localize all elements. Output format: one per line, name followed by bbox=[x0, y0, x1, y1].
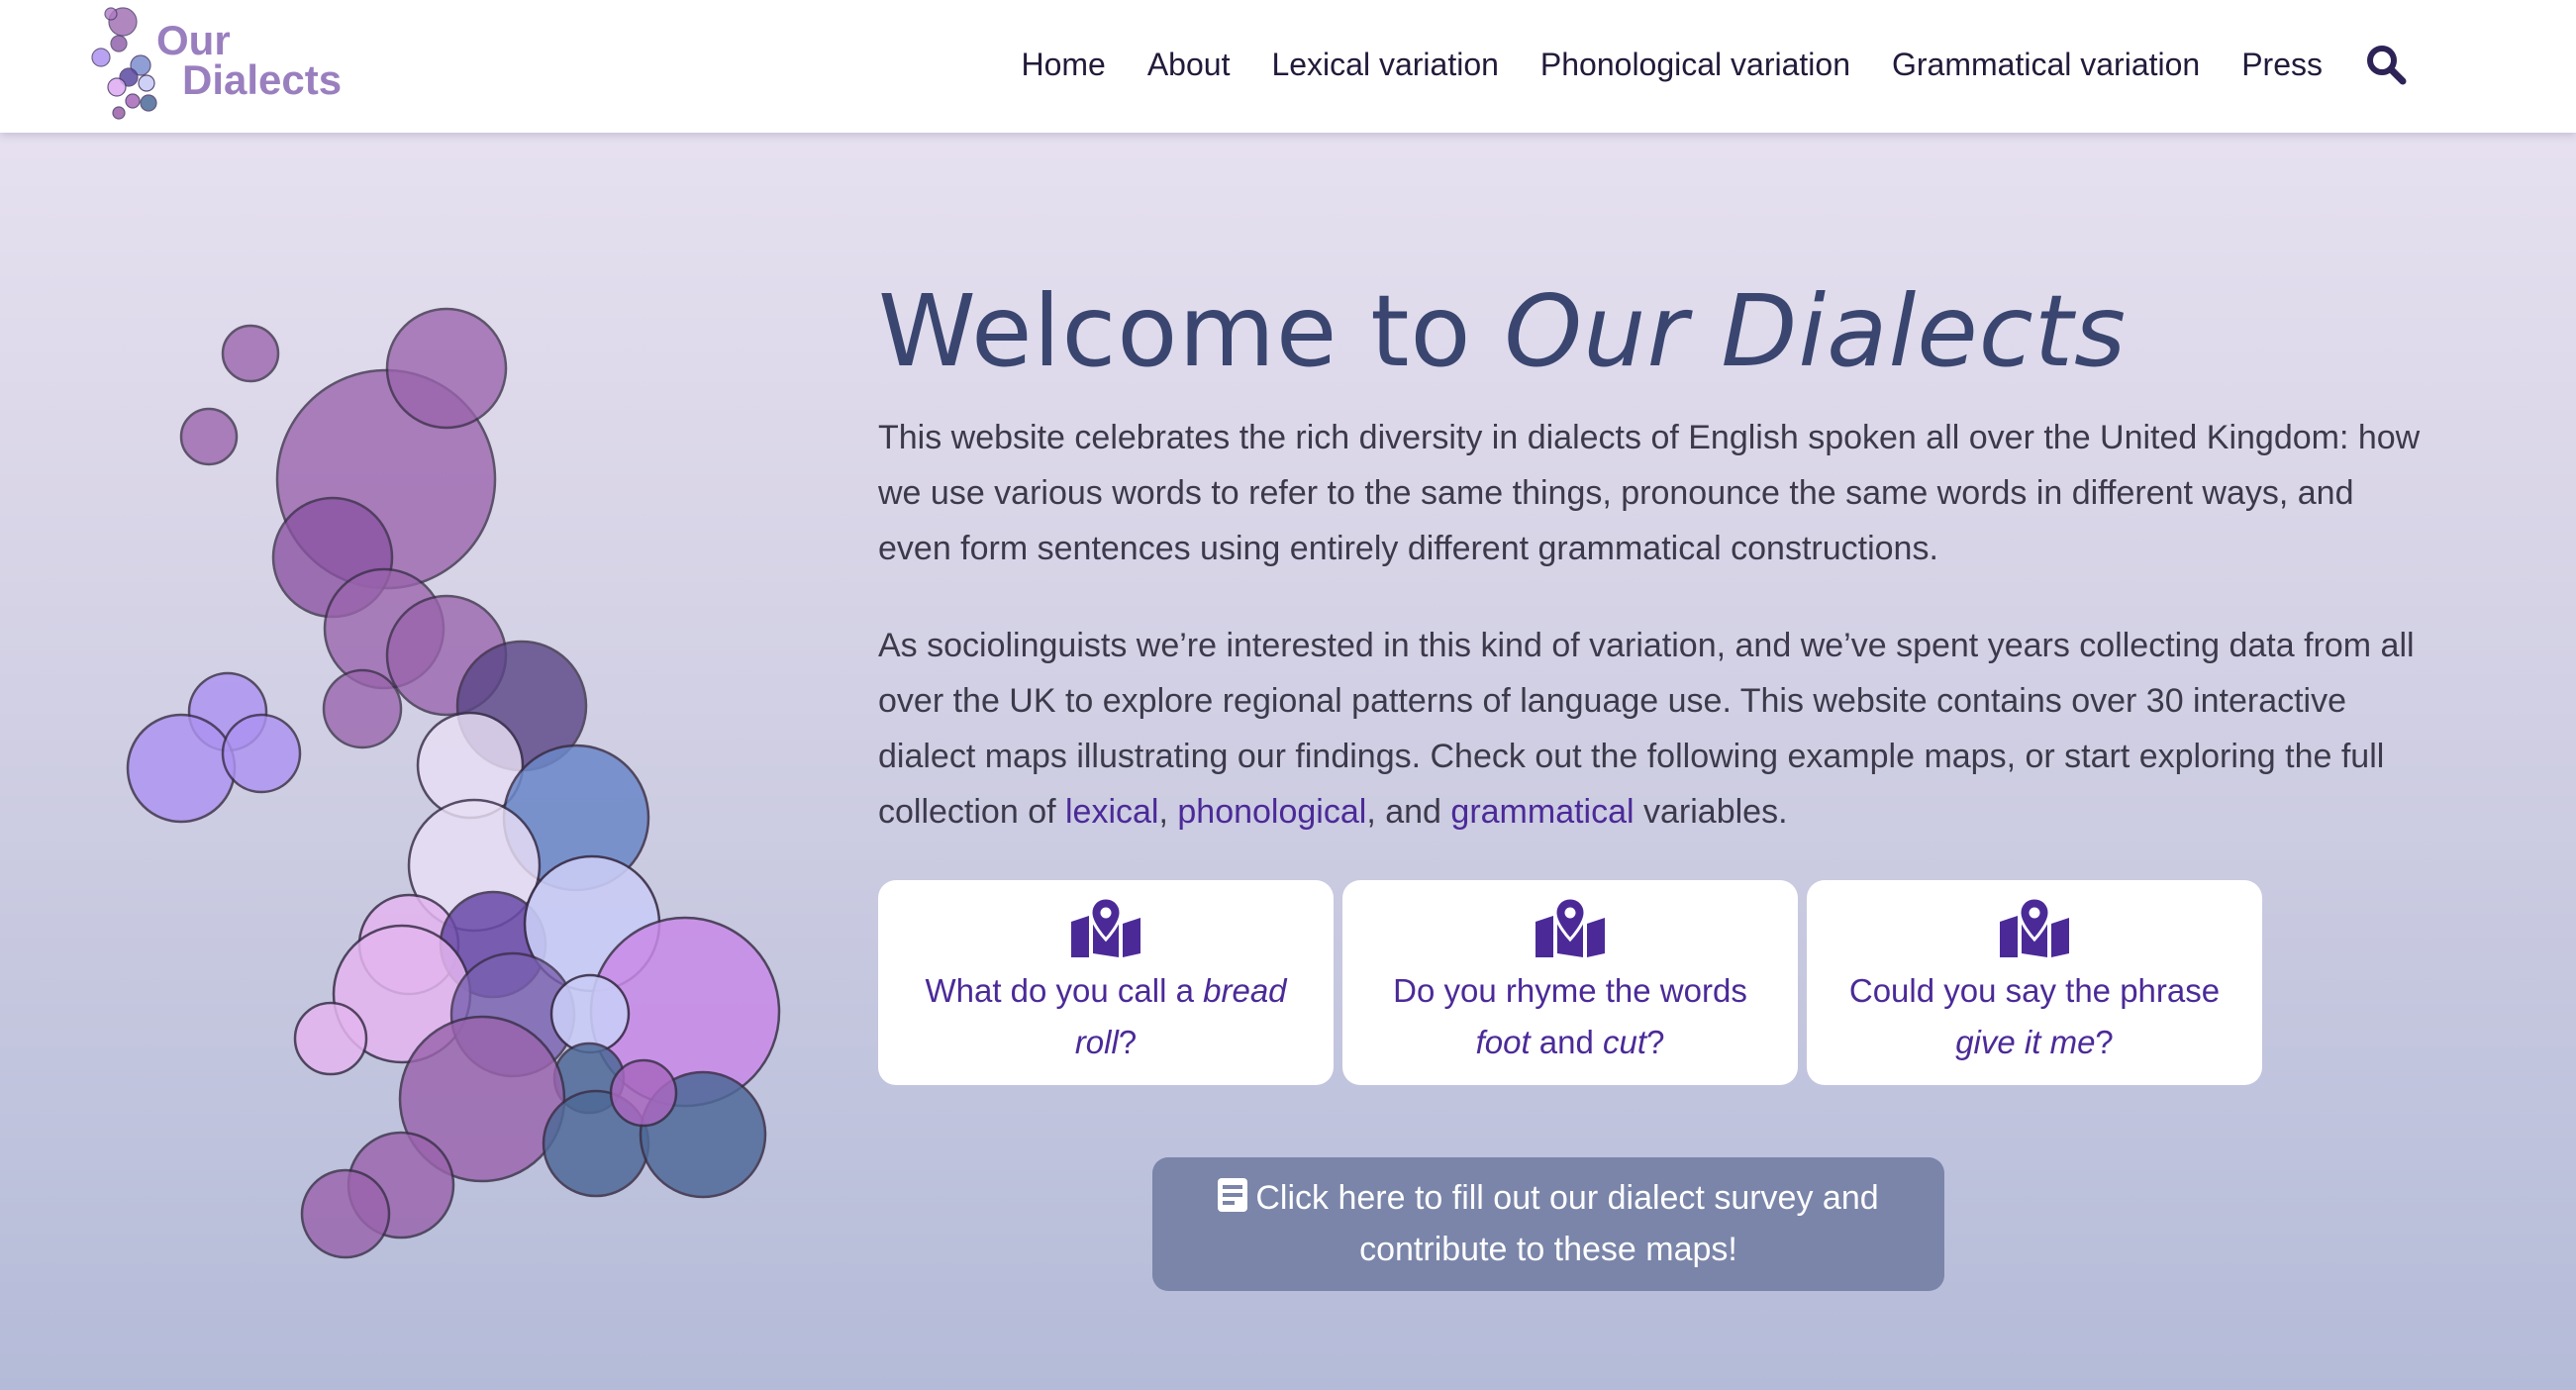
card2-text-italic: foot bbox=[1475, 1024, 1531, 1060]
intro-paragraph-2: As sociolinguists we’re interested in th… bbox=[878, 618, 2423, 840]
hero-content: Welcome to Our Dialects This website cel… bbox=[878, 267, 2423, 840]
card1-text-before: What do you call a bbox=[925, 972, 1204, 1009]
card2-text-middle: and bbox=[1530, 1024, 1604, 1060]
link-grammatical[interactable]: grammatical bbox=[1450, 793, 1634, 831]
paragraph2-sep1: , bbox=[1158, 793, 1178, 831]
nav-phonological-variation[interactable]: Phonological variation bbox=[1540, 47, 1850, 83]
survey-button[interactable]: Click here to fill out our dialect surve… bbox=[1152, 1157, 1944, 1291]
uk-dialect-bubble-map bbox=[126, 307, 781, 1259]
top-navigation-bar: Our Dialects Home About Lexical variatio… bbox=[0, 0, 2576, 133]
logo-bubbles-icon bbox=[91, 7, 157, 120]
nav-about[interactable]: About bbox=[1147, 47, 1231, 83]
survey-button-label: Click here to fill out our dialect surve… bbox=[1255, 1179, 1879, 1268]
intro-paragraph-1: This website celebrates the rich diversi… bbox=[878, 419, 2421, 567]
card-text-give-it-me: Could you say the phrase give it me? bbox=[1836, 965, 2232, 1068]
map-marker-icon bbox=[2000, 896, 2069, 957]
card-text-foot-cut: Do you rhyme the words foot and cut? bbox=[1372, 965, 1768, 1068]
link-phonological[interactable]: phonological bbox=[1177, 793, 1366, 831]
link-lexical[interactable]: lexical bbox=[1065, 793, 1158, 831]
form-icon bbox=[1218, 1178, 1248, 1212]
card1-text-after: ? bbox=[1118, 1024, 1138, 1060]
card2-text-before: Do you rhyme the words bbox=[1393, 972, 1747, 1009]
card3-text-after: ? bbox=[2095, 1024, 2114, 1060]
site-logo[interactable]: Our Dialects bbox=[89, 0, 356, 129]
page-title: Welcome to Our Dialects bbox=[878, 267, 2423, 396]
nav-home[interactable]: Home bbox=[1021, 47, 1105, 83]
map-marker-icon bbox=[1071, 896, 1140, 957]
search-icon[interactable] bbox=[2364, 43, 2408, 86]
map-marker-icon bbox=[1536, 896, 1605, 957]
card3-text-italic: give it me bbox=[1955, 1024, 2096, 1060]
main-nav: Home About Lexical variation Phonologica… bbox=[1021, 0, 2576, 129]
card-give-it-me[interactable]: Could you say the phrase give it me? bbox=[1807, 880, 2262, 1085]
card-text-bread-roll: What do you call a bread roll? bbox=[908, 965, 1304, 1068]
card2-text-italic2: cut bbox=[1603, 1024, 1647, 1060]
nav-press[interactable]: Press bbox=[2241, 47, 2323, 83]
card-foot-cut[interactable]: Do you rhyme the words foot and cut? bbox=[1342, 880, 1798, 1085]
title-plain: Welcome to bbox=[878, 273, 1505, 389]
paragraph2-sep2: , and bbox=[1366, 793, 1451, 831]
nav-grammatical-variation[interactable]: Grammatical variation bbox=[1892, 47, 2200, 83]
paragraph2-end: variables. bbox=[1634, 793, 1788, 831]
card3-text-before: Could you say the phrase bbox=[1848, 972, 2221, 1009]
card-bread-roll[interactable]: What do you call a bread roll? bbox=[878, 880, 1334, 1085]
title-italic: Our Dialects bbox=[1504, 273, 2128, 389]
nav-lexical-variation[interactable]: Lexical variation bbox=[1271, 47, 1498, 83]
logo-text-our: Our bbox=[156, 17, 231, 63]
logo-text-dialects: Dialects bbox=[182, 56, 343, 103]
example-map-cards: What do you call a bread roll? Do you rh… bbox=[878, 880, 2271, 1085]
card2-text-after: ? bbox=[1646, 1024, 1665, 1060]
